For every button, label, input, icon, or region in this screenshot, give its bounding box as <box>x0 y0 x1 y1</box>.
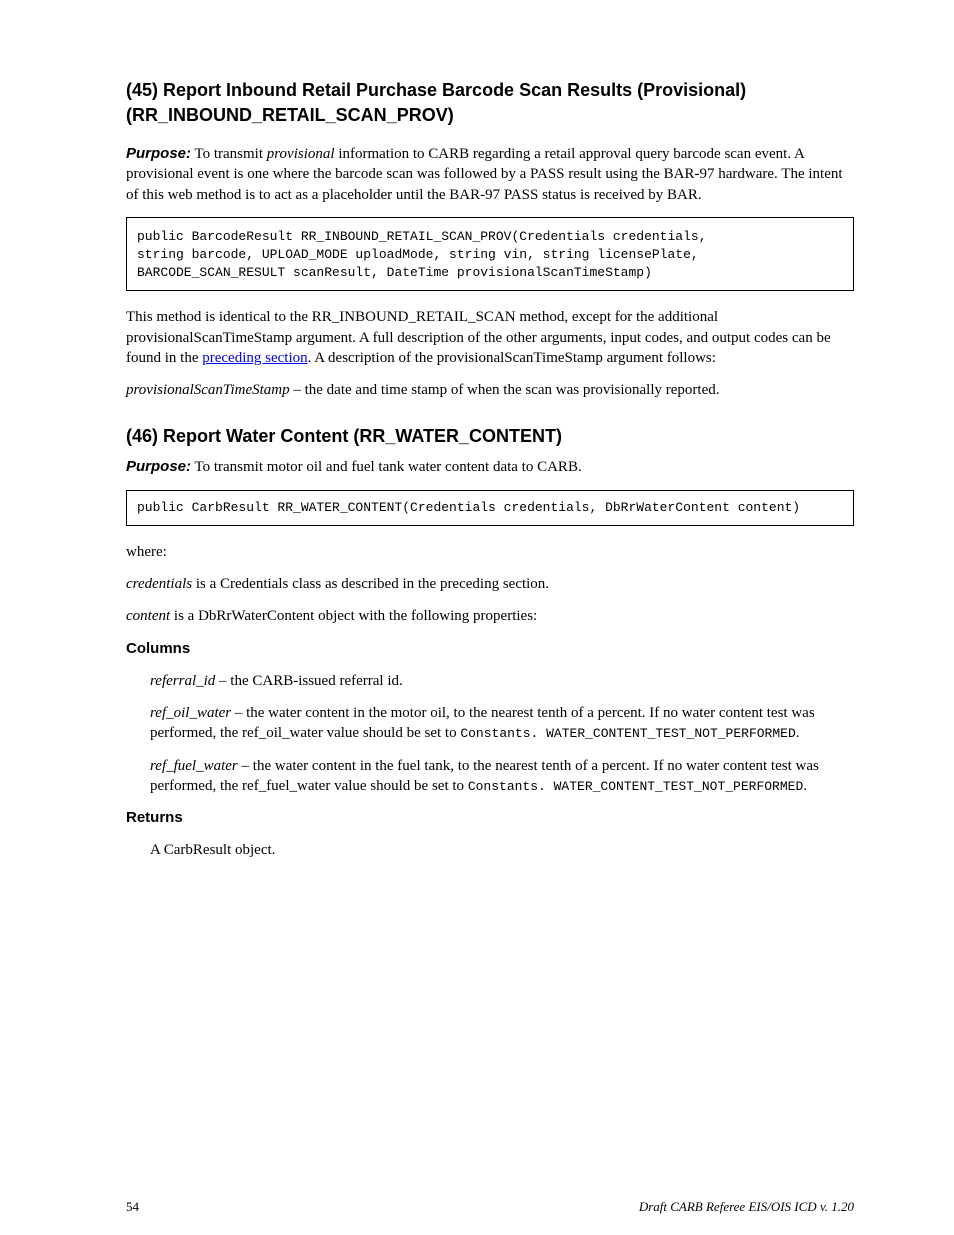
param-credentials-label: credentials <box>126 576 192 592</box>
code-block-2: public CarbResult RR_WATER_CONTENT(Crede… <box>126 490 854 526</box>
prop3-code: Constants. WATER_CONTENT_TEST_NOT_PERFOR… <box>468 779 803 794</box>
prop1-label: referral_id <box>150 673 215 689</box>
p1-after-link: . A description of the provisionalScanTi… <box>308 350 716 366</box>
prop-ref-fuel-water: ref_fuel_water – the water content in th… <box>150 756 854 797</box>
prop2-code: Constants. WATER_CONTENT_TEST_NOT_PERFOR… <box>460 726 795 741</box>
where-label: where: <box>126 542 854 562</box>
param-content-label: content <box>126 608 170 624</box>
code-line-3: BARCODE_SCAN_RESULT scanResult, DateTime… <box>137 265 652 280</box>
page-number: 54 <box>126 1199 139 1215</box>
prop3-tail: . <box>803 778 807 794</box>
arg-text: – the date and time stamp of when the sc… <box>290 382 720 398</box>
code-line-1: public BarcodeResult RR_INBOUND_RETAIL_S… <box>137 229 707 244</box>
columns-label: Columns <box>126 640 190 657</box>
purpose-paragraph: Purpose: To transmit provisional informa… <box>126 144 854 205</box>
preceding-section-link[interactable]: preceding section <box>202 350 307 366</box>
prop2-tail: . <box>796 725 800 741</box>
arg-name: provisionalScanTimeStamp <box>126 382 290 398</box>
purpose-label: Purpose: <box>126 145 191 162</box>
purpose-text-before: To transmit <box>191 146 267 162</box>
code2-line: public CarbResult RR_WATER_CONTENT(Crede… <box>137 500 800 515</box>
code-line-2: string barcode, UPLOAD_MODE uploadMode, … <box>137 247 699 262</box>
columns-heading: Columns <box>126 639 854 659</box>
param-content-text: is a DbRrWaterContent object with the fo… <box>170 608 537 624</box>
param-credentials: credentials is a Credentials class as de… <box>126 574 854 594</box>
returns-text: A CarbResult object. <box>150 840 854 860</box>
param-content: content is a DbRrWaterContent object wit… <box>126 606 854 626</box>
purpose-label-2: Purpose: <box>126 458 191 475</box>
doc-title-footer: Draft CARB Referee EIS/OIS ICD v. 1.20 <box>639 1199 854 1215</box>
code-block-1: public BarcodeResult RR_INBOUND_RETAIL_S… <box>126 217 854 292</box>
section-heading-sub: (RR_INBOUND_RETAIL_SCAN_PROV) <box>126 105 854 126</box>
prop-referral-id: referral_id – the CARB-issued referral i… <box>150 671 854 691</box>
prop3-label: ref_fuel_water <box>150 758 238 774</box>
prop-ref-oil-water: ref_oil_water – the water content in the… <box>150 703 854 744</box>
prop1-text: – the CARB-issued referral id. <box>215 673 402 689</box>
param-credentials-text: is a Credentials class as described in t… <box>192 576 549 592</box>
argument-description: provisionalScanTimeStamp – the date and … <box>126 380 854 400</box>
purpose-italic-word: provisional <box>267 146 335 162</box>
section-heading-main: (45) Report Inbound Retail Purchase Barc… <box>126 80 854 101</box>
returns-heading: Returns <box>126 808 854 828</box>
returns-label: Returns <box>126 809 183 826</box>
prop2-label: ref_oil_water <box>150 705 231 721</box>
description-paragraph-1: This method is identical to the RR_INBOU… <box>126 307 854 368</box>
section-heading-2: (46) Report Water Content (RR_WATER_CONT… <box>126 426 854 447</box>
purpose-text-2: To transmit motor oil and fuel tank wate… <box>191 459 582 475</box>
purpose-paragraph-2: Purpose: To transmit motor oil and fuel … <box>126 457 854 477</box>
